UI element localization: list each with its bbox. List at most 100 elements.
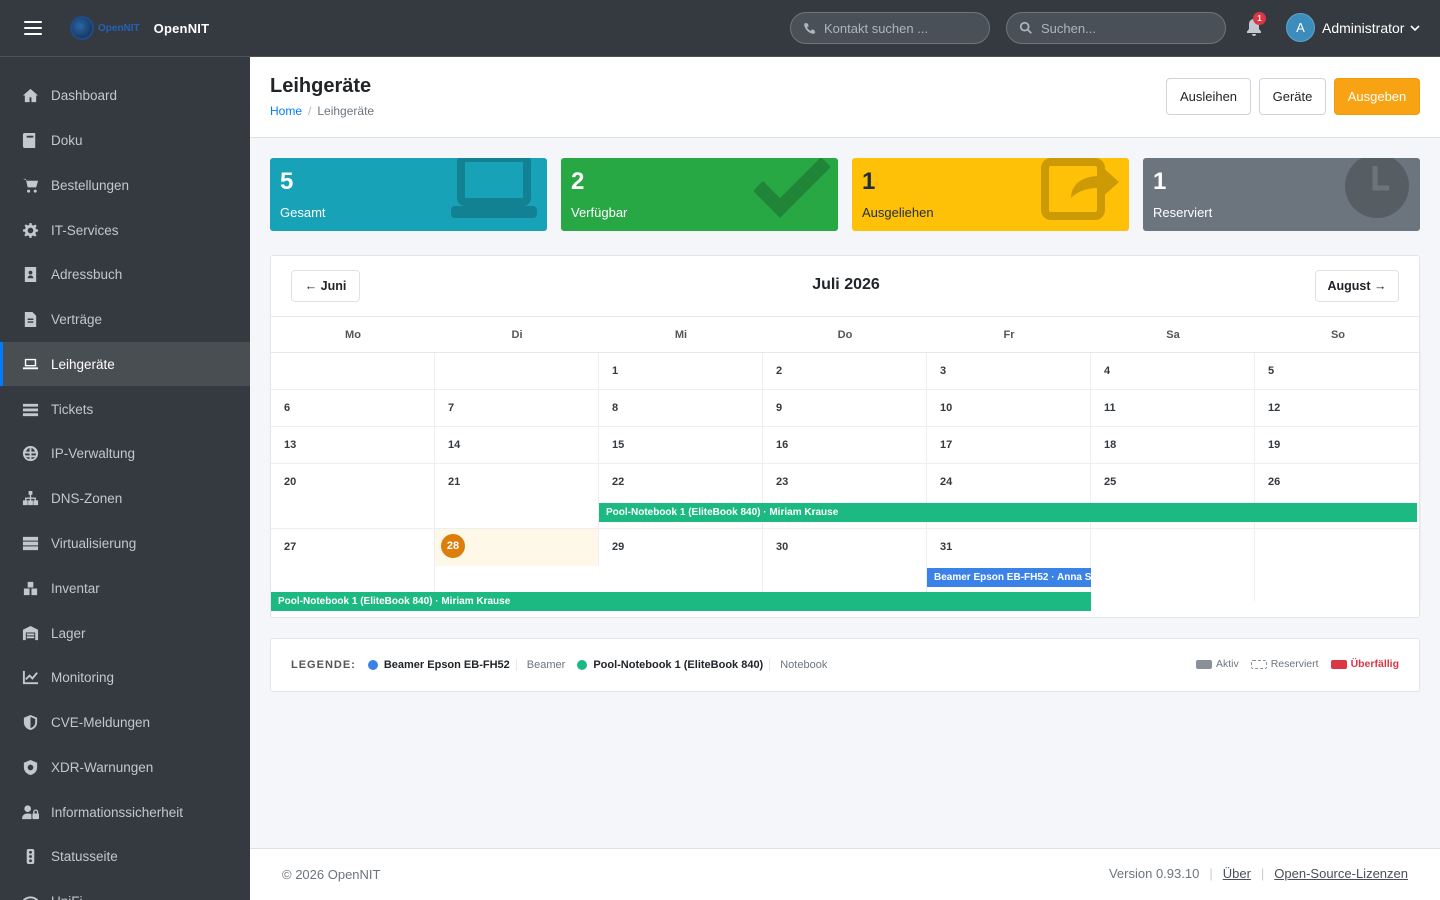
sidebar-item-tickets[interactable]: Tickets xyxy=(0,387,250,431)
sidebar-item-label: Lager xyxy=(51,625,86,641)
calendar-day-cell[interactable]: 4 xyxy=(1091,353,1255,390)
address-book-icon xyxy=(20,265,40,283)
sidebar-item-unifi[interactable]: UniFi xyxy=(0,879,250,900)
next-month-button[interactable]: August → xyxy=(1315,270,1399,302)
legend-status-overdue-label: Überfällig xyxy=(1350,658,1399,670)
traffic-light-icon xyxy=(20,847,40,865)
day-number: 18 xyxy=(1104,439,1117,451)
breadcrumb-home-link[interactable]: Home xyxy=(270,104,302,118)
calendar-day-cell[interactable]: 5 xyxy=(1255,353,1421,390)
shield-icon xyxy=(20,713,40,731)
gear-icon xyxy=(20,221,40,239)
sidebar-item-ip-verwaltung[interactable]: IP-Verwaltung xyxy=(0,431,250,475)
sidebar-item-adressbuch[interactable]: Adressbuch xyxy=(0,252,250,296)
sidebar-item-doku[interactable]: Doku xyxy=(0,118,250,162)
ausleihen-button[interactable]: Ausleihen xyxy=(1166,78,1251,115)
legend-item-name: Beamer Epson EB-FH52 xyxy=(383,659,510,671)
sidebar-item-lager[interactable]: Lager xyxy=(0,611,250,655)
footer-licenses-link[interactable]: Open-Source-Lizenzen xyxy=(1274,866,1408,881)
calendar-day-cell[interactable]: 15 xyxy=(599,427,763,464)
weekday-header: Mo xyxy=(271,316,435,353)
calendar-day-cell[interactable]: 1 xyxy=(599,353,763,390)
calendar-day-cell[interactable]: 16 xyxy=(763,427,927,464)
sidebar-item-inventar[interactable]: Inventar xyxy=(0,566,250,610)
cart-icon xyxy=(20,176,40,194)
sidebar-item-virtualisierung[interactable]: Virtualisierung xyxy=(0,521,250,565)
sidebar-item-label: XDR-Warnungen xyxy=(51,759,154,775)
shield-virus-icon xyxy=(20,758,40,776)
legend-status-reserved-label: Reserviert xyxy=(1270,658,1319,670)
calendar-event[interactable]: Pool-Notebook 1 (EliteBook 840) · Miriam… xyxy=(599,503,1417,522)
chart-line-icon xyxy=(20,668,40,686)
sidebar-item-cve-meldungen[interactable]: CVE-Meldungen xyxy=(0,700,250,744)
sidebar-item-xdr-warnungen[interactable]: XDR-Warnungen xyxy=(0,745,250,789)
day-number: 24 xyxy=(940,476,953,488)
sidebar-item-label: Leihgeräte xyxy=(51,356,115,372)
breadcrumb-current: Leihgeräte xyxy=(317,104,375,118)
sidebar-item-label: Statusseite xyxy=(51,848,118,864)
sidebar-item-dashboard[interactable]: Dashboard xyxy=(0,73,250,117)
day-number: 12 xyxy=(1268,402,1281,414)
sidebar-item-verträge[interactable]: Verträge xyxy=(0,297,250,341)
search-icon xyxy=(1019,21,1032,34)
footer-about-link[interactable]: Über xyxy=(1223,866,1251,881)
calendar-day-cell[interactable]: 17 xyxy=(927,427,1091,464)
calendar-day-cell[interactable]: 6 xyxy=(271,390,435,427)
logo-text: OpenNIT xyxy=(98,22,140,34)
geraete-button[interactable]: Geräte xyxy=(1259,78,1326,115)
calendar-day-cell[interactable]: 21 xyxy=(435,464,599,529)
ausgeben-button[interactable]: Ausgeben xyxy=(1334,78,1420,115)
calendar-day-cell[interactable]: 12 xyxy=(1255,390,1421,427)
sidebar-item-informationssicherheit[interactable]: Informationssicherheit xyxy=(0,790,250,834)
sidebar-item-bestellungen[interactable]: Bestellungen xyxy=(0,163,250,207)
calendar-day-cell[interactable]: 8 xyxy=(599,390,763,427)
day-number: 21 xyxy=(448,476,461,488)
day-number: 7 xyxy=(448,402,455,414)
calendar-day-cell[interactable]: 28 xyxy=(435,529,599,566)
calendar-event[interactable]: Beamer Epson EB-FH52 · Anna Schmidt xyxy=(927,568,1091,587)
stat-total: 5 Gesamt xyxy=(270,158,547,231)
calendar-day-cell[interactable]: 10 xyxy=(927,390,1091,427)
day-number: 5 xyxy=(1268,365,1275,377)
day-number: 15 xyxy=(612,439,625,451)
sidebar-item-label: Informationssicherheit xyxy=(51,804,184,820)
calendar-day-cell[interactable]: 20 xyxy=(271,464,435,529)
calendar-day-cell[interactable]: 29 xyxy=(599,529,763,601)
calendar-day-cell[interactable]: 7 xyxy=(435,390,599,427)
sidebar-item-leihgeräte[interactable]: Leihgeräte xyxy=(0,342,250,386)
sidebar-item-monitoring[interactable]: Monitoring xyxy=(0,655,250,699)
day-number: 22 xyxy=(612,476,625,488)
calendar-day-cell[interactable]: 31 xyxy=(927,529,1091,601)
contact-search-input[interactable]: Kontakt suchen ... xyxy=(790,12,990,44)
legend-status-active-label: Aktiv xyxy=(1215,658,1239,670)
calendar-day-cell[interactable]: 13 xyxy=(271,427,435,464)
sidebar-item-dns-zonen[interactable]: DNS-Zonen xyxy=(0,476,250,520)
day-number: 13 xyxy=(284,439,297,451)
calendar-day-cell[interactable]: 19 xyxy=(1255,427,1421,464)
day-number: 2 xyxy=(776,365,783,377)
calendar-day-cell[interactable]: 30 xyxy=(763,529,927,601)
calendar-event[interactable]: Pool-Notebook 1 (EliteBook 840) · Miriam… xyxy=(271,592,1091,611)
calendar-day-cell[interactable]: 3 xyxy=(927,353,1091,390)
sidebar-item-label: Bestellungen xyxy=(51,177,130,193)
sidebar-item-statusseite[interactable]: Statusseite xyxy=(0,834,250,878)
calendar-day-cell[interactable]: 27 xyxy=(271,529,435,601)
user-menu[interactable]: A Administrator xyxy=(1286,13,1421,42)
sitemap-icon xyxy=(20,489,40,507)
calendar-day-cell[interactable]: 14 xyxy=(435,427,599,464)
menu-toggle-icon[interactable] xyxy=(24,21,42,35)
global-search-input[interactable]: Suchen... xyxy=(1006,12,1226,44)
sidebar-item-it-services[interactable]: IT-Services xyxy=(0,208,250,252)
breadcrumb: Home / Leihgeräte xyxy=(270,104,374,118)
calendar-day-cell[interactable]: 11 xyxy=(1091,390,1255,427)
calendar-day-cell[interactable]: 2 xyxy=(763,353,927,390)
day-number: 3 xyxy=(940,365,947,377)
calendar-title: Juli 2026 xyxy=(812,276,880,293)
calendar-day-cell[interactable]: 9 xyxy=(763,390,927,427)
day-number: 11 xyxy=(1104,402,1116,414)
phone-icon xyxy=(804,22,816,34)
calendar-day-cell[interactable]: 18 xyxy=(1091,427,1255,464)
legend-title: LEGENDE: xyxy=(291,659,356,671)
brand[interactable]: OpenNIT OpenNIT xyxy=(70,16,209,40)
today-badge: 28 xyxy=(441,534,465,558)
